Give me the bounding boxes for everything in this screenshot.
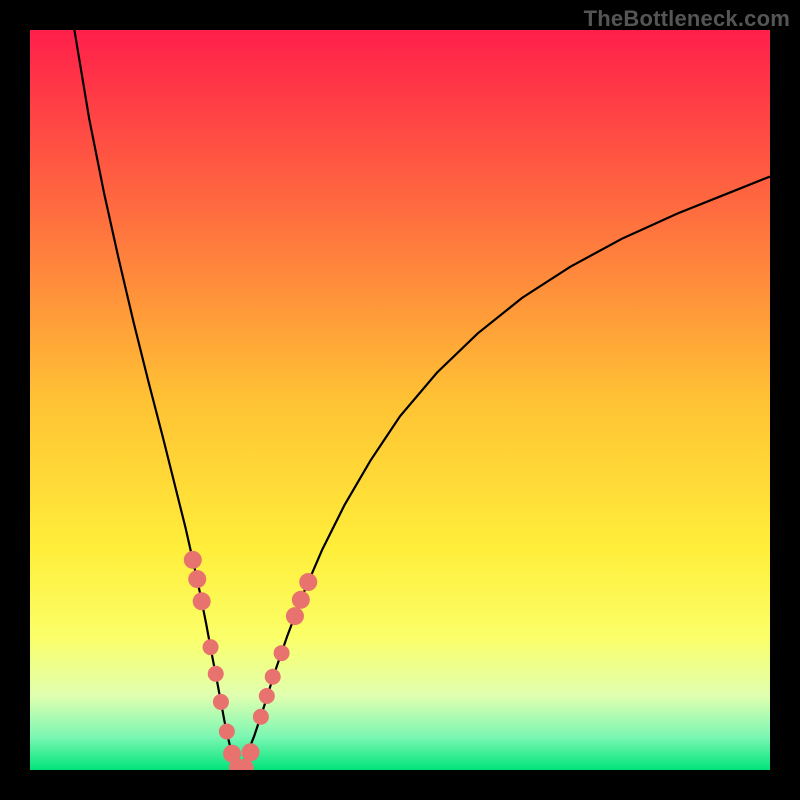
marker-dot	[208, 666, 224, 682]
marker-dot	[203, 639, 219, 655]
curve-left-branch	[74, 30, 239, 770]
marker-dot	[259, 688, 275, 704]
marker-dot	[292, 591, 310, 609]
curves-layer	[30, 30, 770, 770]
plot-area	[30, 30, 770, 770]
chart-frame: TheBottleneck.com	[0, 0, 800, 800]
marker-dot	[265, 669, 281, 685]
marker-dot	[242, 743, 260, 761]
marker-dot	[274, 645, 290, 661]
marker-dot	[253, 709, 269, 725]
marker-dot	[286, 607, 304, 625]
marker-dot	[213, 694, 229, 710]
marker-dot	[193, 592, 211, 610]
curve-right-branch	[239, 177, 770, 770]
marker-dot	[184, 551, 202, 569]
marker-group	[184, 551, 317, 770]
marker-dot	[299, 573, 317, 591]
marker-dot	[219, 724, 235, 740]
watermark-text: TheBottleneck.com	[584, 6, 790, 32]
marker-dot	[188, 570, 206, 588]
